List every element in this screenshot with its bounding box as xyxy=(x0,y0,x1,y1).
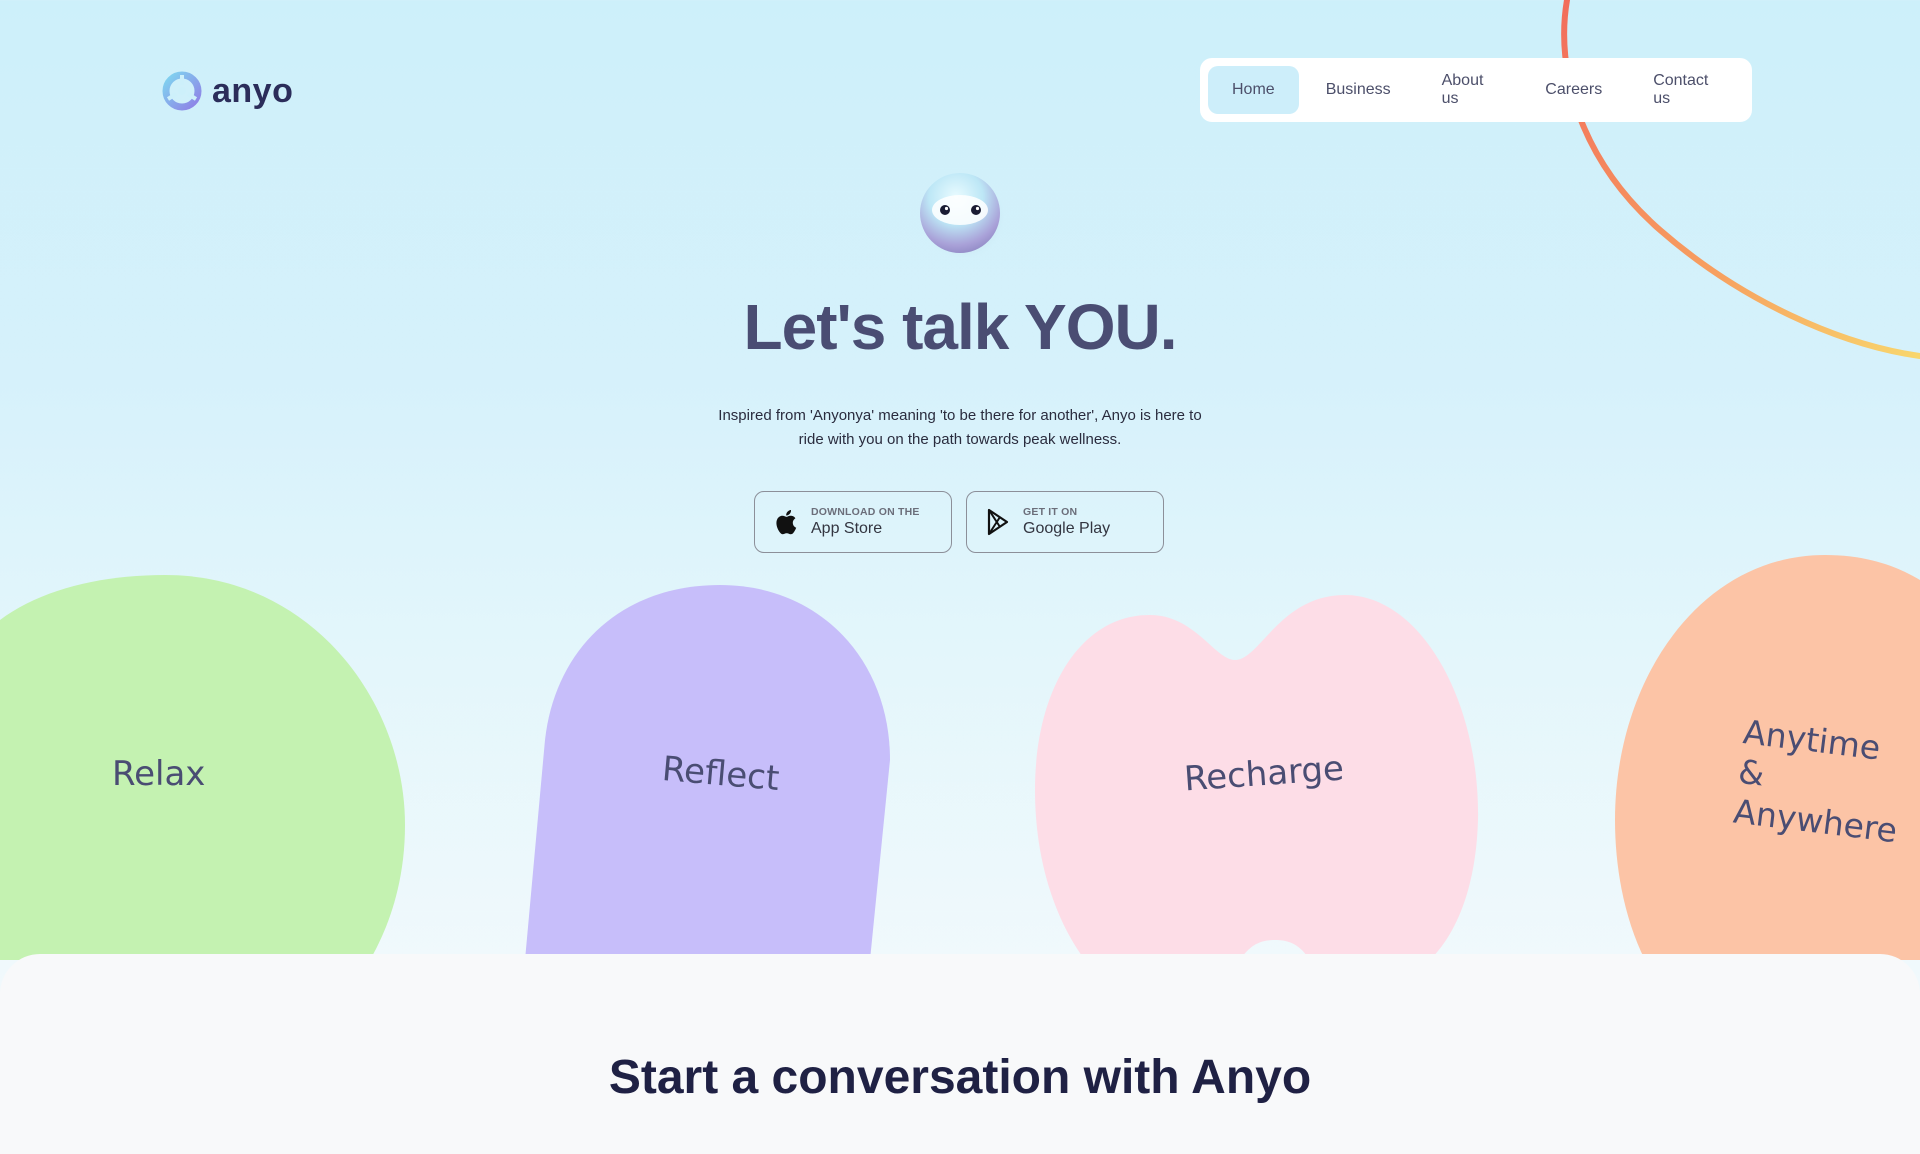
section-title: Start a conversation with Anyo xyxy=(608,1051,1312,1104)
blob-label-relax: Relax xyxy=(112,754,206,794)
blob-label-anytime-anywhere: Anytime & Anywhere xyxy=(1731,712,1900,851)
hero-section: anyo Home Business About us Careers Cont… xyxy=(0,0,1920,1154)
feature-blobs xyxy=(0,555,1920,960)
